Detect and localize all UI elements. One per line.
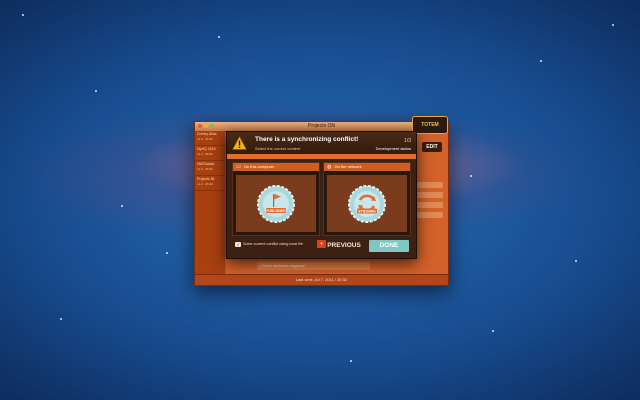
done-button[interactable]: DONE (369, 240, 409, 252)
star (540, 60, 542, 62)
globe-icon: ◍ (327, 164, 332, 170)
project-sidebar: Comey Atlas v1.4 · 06:32 MyHQ 2016 v1.4 … (195, 131, 225, 275)
star (95, 90, 97, 92)
dialog-header: There is a synchronizing conflict! Selec… (227, 132, 416, 154)
star (166, 252, 168, 254)
status-label: Development status (375, 146, 411, 151)
close-window-button[interactable] (198, 124, 202, 128)
sidebar-item-sub: v1.4 · 06:32 (197, 167, 213, 171)
star (218, 36, 220, 38)
header-divider (227, 154, 416, 159)
minimize-window-button[interactable] (204, 124, 208, 128)
panel-header-label: On the network (334, 164, 362, 169)
sidebar-item[interactable]: Comey Atlas v1.4 · 06:32 (195, 131, 225, 146)
window-title: Projects ON (308, 123, 335, 129)
dialog-title: There is a synchronizing conflict! (255, 136, 359, 143)
previous-button[interactable]: PREVIOUS (324, 240, 364, 252)
network-version-panel[interactable]: ◍ On the network SYNCHING (323, 162, 411, 236)
zoom-window-button[interactable] (210, 124, 214, 128)
warning-icon (232, 136, 247, 150)
computer-icon: ▭ (236, 164, 241, 170)
panel-body: SYNCHING (327, 175, 407, 232)
badge-label: PUBLISHED (266, 208, 286, 212)
star (575, 260, 577, 262)
sidebar-item[interactable]: Projects 86 v1.4 · 06:32 (195, 176, 225, 191)
star (60, 318, 62, 320)
step-indicator: 1/3 (404, 138, 411, 144)
sidebar-item[interactable]: IWSOstatic v1.4 · 06:32 (195, 161, 225, 176)
panel-header-label: On this computer (243, 164, 275, 169)
panel-header: ◍ On the network (324, 163, 410, 171)
star (612, 24, 614, 26)
local-version-panel[interactable]: ▭ On this computer PUBLISHED (232, 162, 320, 236)
sidebar-item-sub: v1.4 · 06:32 (197, 152, 213, 156)
star (350, 360, 352, 362)
star (470, 175, 472, 177)
resolve-checkbox-label: Solve current conflict using local file (243, 242, 304, 246)
edit-button[interactable]: EDIT (422, 142, 442, 152)
window-status-bar: Last sent: Jul 7, 2011 / 20:32 (195, 274, 448, 285)
app-logo: TOTEM (412, 116, 448, 134)
background-note-field[interactable]: • Priced freelancer magazine (257, 262, 370, 270)
sidebar-item-sub: v1.4 · 06:32 (197, 137, 213, 141)
panel-header: ▭ On this computer (233, 163, 319, 171)
window-controls (198, 124, 214, 128)
panel-body: PUBLISHED (236, 175, 316, 232)
sidebar-item[interactable]: MyHQ 2016 v1.4 · 06:32 (195, 146, 225, 161)
star (492, 330, 494, 332)
star (121, 205, 123, 207)
sidebar-item-sub: v1.4 · 06:32 (197, 182, 213, 186)
sync-conflict-dialog: There is a synchronizing conflict! Selec… (226, 131, 417, 259)
badge-label: SYNCHING (358, 209, 376, 213)
resolve-option: ✓ Solve current conflict using local fil… (235, 240, 326, 248)
resolve-checkbox[interactable]: ✓ (235, 241, 241, 247)
syncing-badge-icon: SYNCHING (348, 184, 386, 223)
star (22, 14, 24, 16)
published-badge-icon: PUBLISHED (257, 184, 295, 223)
dialog-subtitle: Select the correct content (255, 146, 301, 151)
